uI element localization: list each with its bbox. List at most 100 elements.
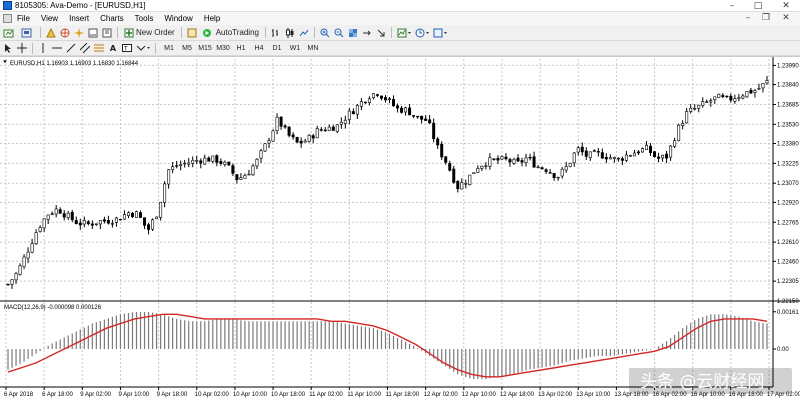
horizontal-line-icon[interactable] (51, 42, 63, 54)
navigator-icon[interactable] (73, 27, 85, 39)
candle-body (231, 165, 235, 174)
candlesticks-icon[interactable] (284, 27, 296, 39)
timeframe-d1[interactable]: D1 (268, 45, 286, 52)
candle-body (367, 98, 371, 103)
candle-body (66, 212, 70, 218)
candle-body (560, 168, 564, 177)
menu-charts[interactable]: Charts (100, 14, 124, 23)
autoscroll-icon[interactable] (375, 27, 387, 39)
autotrading-button[interactable]: AutoTrading (200, 27, 261, 39)
fibonacci-icon[interactable] (93, 42, 105, 54)
candle-body (118, 218, 122, 221)
timeframe-w1[interactable]: W1 (286, 45, 304, 52)
vertical-line-icon[interactable] (37, 42, 49, 54)
candle-body (82, 220, 86, 225)
menu-help[interactable]: Help (204, 14, 220, 23)
toolbar-divider (180, 27, 182, 38)
chart-window[interactable]: 1.23990 1.23840 1.23685 1.23530 1.23380 1.232… (0, 56, 800, 400)
candle-body (408, 107, 412, 116)
candle-body (657, 156, 661, 159)
price-tick-label: 1.23070 (777, 181, 799, 187)
trendline-icon[interactable] (65, 42, 77, 54)
indicators-icon[interactable] (396, 27, 412, 39)
eurusd-h1-chart[interactable]: 1.23990 1.23840 1.23685 1.23530 1.23380 1.232… (0, 57, 800, 401)
data-window-icon[interactable] (59, 27, 71, 39)
timeframe-mn[interactable]: MN (304, 45, 322, 52)
candle-body (167, 169, 171, 185)
text-label-icon[interactable]: T (121, 42, 133, 54)
templates-icon[interactable] (432, 27, 448, 39)
minimize-icon[interactable]: – (720, 0, 744, 12)
equidistant-channel-icon[interactable] (79, 42, 91, 54)
new-chart-icon[interactable] (2, 27, 18, 39)
candle-body (612, 156, 616, 159)
candle-body (359, 101, 363, 107)
timeframe-m15[interactable]: M15 (196, 45, 214, 52)
candle-body (737, 97, 741, 99)
candle-body (78, 222, 82, 226)
candle-body (516, 157, 520, 162)
toolbar-divider (40, 27, 41, 38)
price-tick-label: 1.23380 (777, 142, 799, 148)
macd-header: MACD(12,26,9) -0.000098 0.000126 (4, 305, 102, 311)
menu-tools[interactable]: Tools (135, 14, 154, 23)
terminal-icon[interactable] (87, 27, 99, 39)
candle-body (22, 256, 26, 268)
zoom-in-icon[interactable] (319, 27, 331, 39)
periods-icon[interactable] (414, 27, 430, 39)
menu-view[interactable]: View (41, 14, 58, 23)
crosshair-icon[interactable] (16, 42, 28, 54)
time-tick-label: 13 Apr 10:00 (576, 392, 611, 398)
candle-body (86, 221, 90, 224)
menu-window[interactable]: Window (164, 14, 192, 23)
maximize-icon[interactable]: □ (746, 0, 770, 12)
line-chart-icon[interactable] (298, 27, 310, 39)
timeframe-m1[interactable]: M1 (160, 45, 178, 52)
menu-insert[interactable]: Insert (69, 14, 89, 23)
close-icon[interactable]: ✕ (774, 0, 798, 12)
new-order-button[interactable]: New Order (122, 27, 177, 39)
toolbar-divider (390, 27, 392, 38)
bar-chart-icon[interactable] (270, 27, 282, 39)
metaeditor-icon[interactable] (186, 27, 198, 39)
candle-body (355, 105, 359, 115)
price-tick-label: 1.22765 (777, 220, 799, 226)
child-close-icon[interactable]: ✕ (778, 12, 794, 25)
profiles-icon[interactable] (20, 27, 36, 39)
candle-body (375, 94, 379, 96)
chart-window-icon[interactable] (3, 14, 12, 23)
candle-body (645, 144, 649, 150)
macd-tick-label: 0.00161 (777, 310, 799, 316)
candle-body (46, 214, 50, 220)
zoom-out-icon[interactable] (333, 27, 345, 39)
standard-toolbar: New Order AutoTrading (0, 25, 800, 41)
child-restore-icon[interactable]: ❐ (758, 12, 774, 25)
tile-windows-icon[interactable] (347, 27, 359, 39)
candle-body (42, 218, 46, 229)
strategy-tester-icon[interactable] (101, 27, 113, 39)
chart-shift-icon[interactable] (361, 27, 373, 39)
candle-body (179, 164, 183, 166)
timeframe-m30[interactable]: M30 (214, 45, 232, 52)
price-tick-label: 1.22460 (777, 259, 799, 265)
toolbar-divider (313, 27, 315, 38)
candle-body (745, 91, 749, 98)
timeframe-h1[interactable]: H1 (232, 45, 250, 52)
market-watch-icon[interactable] (45, 27, 57, 39)
child-minimize-icon[interactable]: – (740, 12, 756, 25)
candle-body (480, 165, 484, 169)
menu-file[interactable]: File (17, 14, 30, 23)
candle-body (135, 211, 139, 218)
timeframe-h4[interactable]: H4 (250, 45, 268, 52)
arrows-icon[interactable] (135, 42, 151, 54)
toolbar-divider (32, 42, 33, 54)
time-tick-label: 11 Apr 10:00 (347, 392, 381, 398)
cursor-icon[interactable] (2, 42, 14, 54)
candle-body (616, 157, 620, 160)
candle-body (536, 166, 540, 169)
candle-body (484, 165, 488, 167)
text-icon[interactable]: A (107, 42, 119, 54)
candle-body (588, 151, 592, 158)
timeframe-m5[interactable]: M5 (178, 45, 196, 52)
time-tick-label: 12 Apr 02:00 (424, 392, 459, 398)
